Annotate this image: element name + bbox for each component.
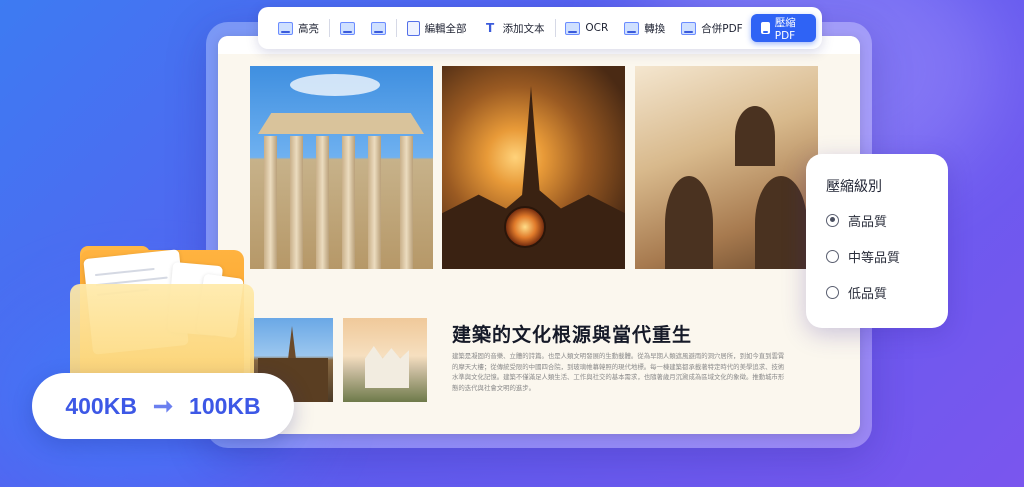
folder-front [70,284,254,386]
paper-line [94,267,155,277]
castle-building [365,346,409,388]
temple-column [290,136,303,269]
toolbar-add-text-label: 添加文本 [502,22,545,35]
radio-icon[interactable] [826,285,839,299]
option-label: 高品質 [848,214,888,230]
toolbar-convert-label: 轉換 [644,22,666,35]
toolbar-convert-button[interactable]: 轉換 [616,7,673,49]
radio-icon[interactable] [826,249,839,263]
colosseum-arch [755,176,807,269]
article-title: 建築的文化根源與當代重生 [452,324,693,346]
toolbar-ocr-button[interactable]: OCR [557,7,616,49]
eraser-icon [370,21,386,35]
underline-icon [339,21,355,35]
temple-column [368,136,381,269]
text-icon: T [485,20,495,35]
article-body: 建築是凝固的音樂、立體的詩篇。也是人類文明發展的生動載體。從為早期人類遮風避雨的… [452,352,785,392]
panel-title: 壓縮級別 [826,179,882,195]
edit-icon [406,20,420,36]
toolbar-divider [395,19,397,37]
toolbar-highlight-button[interactable]: 高亮 [270,7,327,49]
pdf-toolbar: 高亮 編輯全部 T 添加文本 OCR 轉換 合併PDF 壓縮PDF [258,7,822,49]
cathedral-spire [522,86,540,196]
file-size-badge: 400KB ➞ 100KB [32,373,294,439]
option-high-quality[interactable]: 高品質 [826,211,948,230]
radio-selected-icon[interactable] [826,213,839,227]
merge-icon [681,21,697,35]
colosseum-arch [735,106,775,166]
toolbar-merge-label: 合併PDF [701,22,743,35]
arrow-right-icon: ➞ [152,392,174,420]
toolbar-add-text-button[interactable]: T 添加文本 [475,7,553,49]
toolbar-ocr-label: OCR [585,22,609,34]
temple-roof [258,113,424,134]
folder-icon [70,246,254,386]
ocr-icon [565,21,581,35]
toolbar-edit-all-label: 編輯全部 [424,22,467,35]
toolbar-edit-all-button[interactable]: 編輯全部 [399,7,475,49]
temple-column [316,136,329,269]
option-label: 中等品質 [848,250,901,266]
convert-icon [624,21,640,35]
highlight-icon [278,21,293,35]
cloud-shape [290,74,380,96]
temple-column [342,136,355,269]
cathedral-photo [442,66,625,269]
compression-level-panel: 壓縮級別 高品質 中等品質 低品質 [806,154,948,328]
castle-photo [343,318,427,402]
colosseum-photo [635,66,818,269]
toolbar-underline-button[interactable] [332,7,363,49]
option-low-quality[interactable]: 低品質 [826,283,948,302]
toolbar-divider [329,19,330,37]
parthenon-photo [250,66,433,269]
temple-column [264,136,277,269]
compress-icon [760,22,770,34]
toolbar-divider [554,19,556,37]
compress-pdf-label: 壓縮PDF [774,16,796,42]
rose-window [504,206,546,248]
size-after: 100KB [189,392,261,419]
toolbar-highlight-label: 高亮 [298,22,319,35]
colosseum-arch [665,176,713,269]
size-before: 400KB [65,392,137,419]
option-label: 低品質 [848,286,888,302]
toolbar-eraser-button[interactable] [363,7,394,49]
toolbar-merge-button[interactable]: 合併PDF [673,7,750,49]
compress-pdf-button[interactable]: 壓縮PDF [750,14,817,42]
temple-column [400,136,413,269]
option-medium-quality[interactable]: 中等品質 [826,247,948,266]
